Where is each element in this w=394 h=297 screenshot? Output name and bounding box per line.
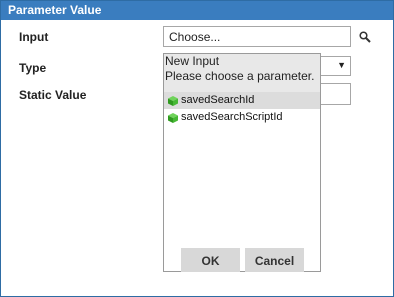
type-label: Type [19,61,47,75]
dialog-title: Parameter Value [1,1,393,20]
popup-title: New Input [165,54,220,68]
search-icon[interactable] [359,31,371,43]
popup-header: New Input Please choose a parameter. [164,54,320,93]
green-cube-icon [168,113,178,123]
input-label: Input [19,30,49,44]
cancel-button[interactable]: Cancel [245,248,304,272]
list-item-savedsearchid[interactable]: savedSearchId [164,92,320,109]
ok-button[interactable]: OK [181,248,240,272]
list-item-label: savedSearchScriptId [181,111,283,123]
green-cube-icon [168,96,178,106]
chevron-down-icon: ▼ [337,60,346,70]
popup-subtitle: Please choose a parameter. [165,69,315,83]
list-item-label: savedSearchId [181,94,255,106]
static-value-label: Static Value [19,88,87,102]
parameter-value-dialog: Parameter Value Input Type ▼ Static Valu… [0,0,394,297]
list-item-savedsearchscriptid[interactable]: savedSearchScriptId [164,109,320,126]
choose-parameter-popup: New Input Please choose a parameter. sav… [163,53,321,272]
input-field[interactable] [163,26,351,47]
